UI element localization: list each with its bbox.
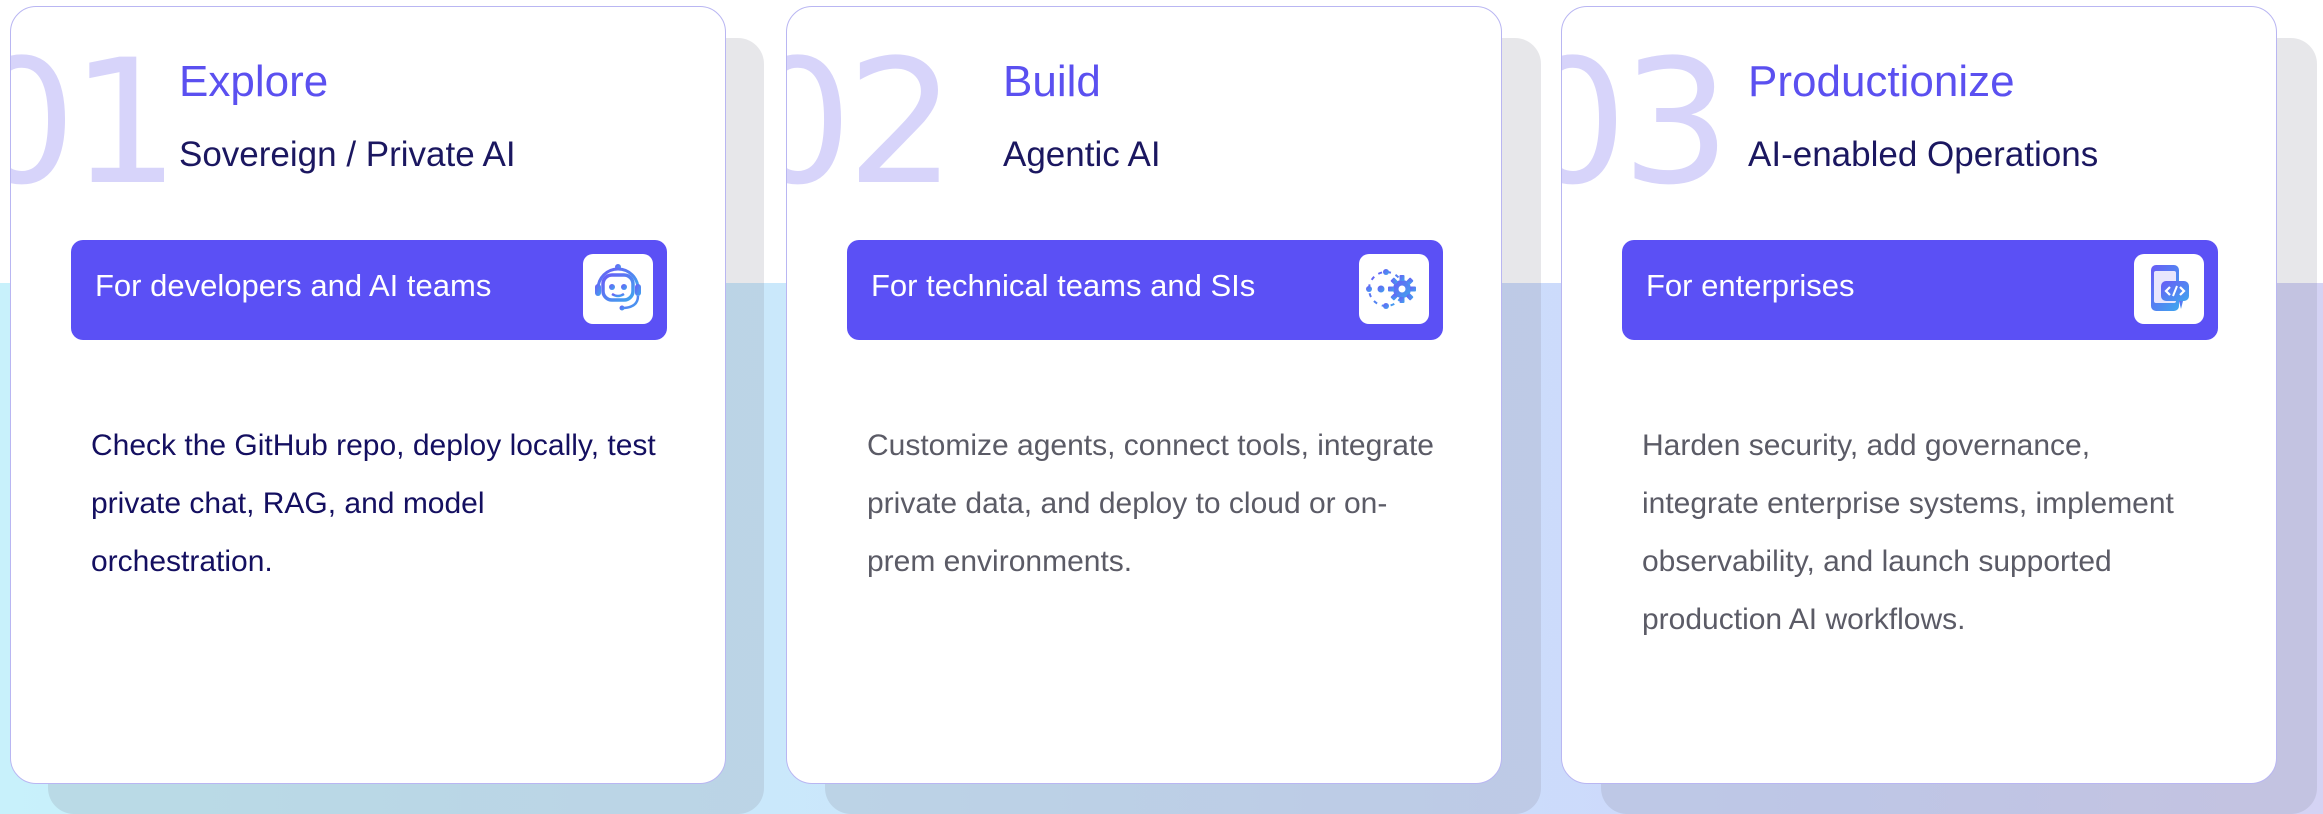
robot-headset-icon <box>583 254 653 324</box>
mobile-code-icon <box>2134 254 2204 324</box>
audience-banner: For enterprises <box>1622 240 2218 340</box>
audience-label: For developers and AI teams <box>95 268 492 303</box>
card-explore: 01 Explore Sovereign / Private AI For de… <box>10 6 726 784</box>
card-title: Productionize <box>1748 57 2015 106</box>
card-description: Check the GitHub repo, deploy locally, t… <box>91 429 656 578</box>
card-subtitle: Sovereign / Private AI <box>179 135 516 174</box>
card-subtitle: Agentic AI <box>1003 135 1161 174</box>
card-title: Explore <box>179 57 329 106</box>
audience-banner: For technical teams and SIs <box>847 240 1443 340</box>
gear-network-icon <box>1359 254 1429 324</box>
audience-label: For technical teams and SIs <box>871 268 1256 303</box>
card-title: Build <box>1003 57 1101 106</box>
card-productionize: 03 Productionize AI-enabled Operations F… <box>1561 6 2277 784</box>
step-number: 01 <box>11 22 180 223</box>
audience-label: For enterprises <box>1646 268 1855 303</box>
step-number: 02 <box>787 22 956 223</box>
step-number: 03 <box>1562 22 1731 223</box>
card-build: 02 Build Agentic AI For technical teams … <box>786 6 1502 784</box>
card-description: Harden security, add governance, integra… <box>1642 429 2174 636</box>
card-subtitle: AI-enabled Operations <box>1748 135 2099 174</box>
audience-banner: For developers and AI teams <box>71 240 667 340</box>
card-description: Customize agents, connect tools, integra… <box>867 429 1434 578</box>
